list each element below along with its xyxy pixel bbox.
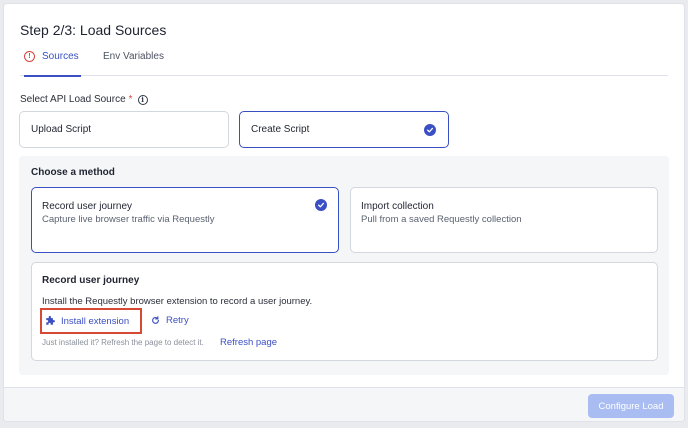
create-script-option[interactable]: Create Script — [239, 111, 449, 148]
info-icon[interactable]: i — [137, 94, 148, 105]
install-extension-button[interactable]: Install extension — [40, 308, 142, 334]
record-journey-panel: Record user journey Install the Requestl… — [31, 262, 658, 361]
record-panel-description: Install the Requestly browser extension … — [42, 296, 313, 307]
method-title: Choose a method — [31, 167, 115, 178]
page-title: Step 2/3: Load Sources — [20, 22, 167, 38]
refresh-icon — [152, 316, 159, 324]
record-journey-card-title: Record user journey — [42, 201, 133, 212]
load-source-label-text: Select API Load Source — [20, 94, 126, 105]
record-journey-card-subtitle: Capture live browser traffic via Request… — [42, 214, 215, 225]
retry-button[interactable]: Retry — [151, 315, 189, 326]
required-marker: * — [128, 94, 133, 105]
import-collection-card[interactable]: Import collection Pull from a saved Requ… — [350, 187, 658, 253]
tab-sources[interactable]: ! Sources — [24, 48, 81, 77]
create-script-label: Create Script — [251, 124, 310, 135]
import-collection-card-subtitle: Pull from a saved Requestly collection — [361, 214, 522, 225]
configure-load-button[interactable]: Configure Load — [588, 394, 674, 418]
record-journey-card[interactable]: Record user journey Capture live browser… — [31, 187, 339, 253]
selected-check-icon — [424, 124, 436, 136]
tab-env-variables[interactable]: Env Variables — [103, 48, 164, 76]
import-collection-card-title: Import collection — [361, 201, 434, 212]
method-section: Choose a method Record user journey Capt… — [19, 156, 669, 375]
install-extension-label: Install extension — [61, 315, 130, 327]
footer: Configure Load — [4, 387, 684, 421]
tab-sources-label: Sources — [42, 51, 79, 62]
error-circle-icon: ! — [24, 51, 35, 62]
upload-script-label: Upload Script — [31, 124, 92, 135]
tab-env-variables-label: Env Variables — [103, 51, 164, 62]
selected-check-icon — [315, 199, 327, 211]
load-source-label: Select API Load Source * i — [20, 94, 148, 105]
upload-script-option[interactable]: Upload Script — [19, 111, 229, 148]
refresh-hint: Just installed it? Refresh the page to d… — [42, 338, 204, 347]
record-panel-title: Record user journey — [42, 275, 140, 286]
tab-bar: ! Sources Env Variables — [20, 48, 668, 77]
refresh-page-link[interactable]: Refresh page — [220, 337, 277, 348]
retry-label: Retry — [166, 315, 189, 326]
puzzle-icon — [46, 316, 55, 325]
load-sources-panel: Step 2/3: Load Sources ! Sources Env Var… — [3, 3, 685, 422]
